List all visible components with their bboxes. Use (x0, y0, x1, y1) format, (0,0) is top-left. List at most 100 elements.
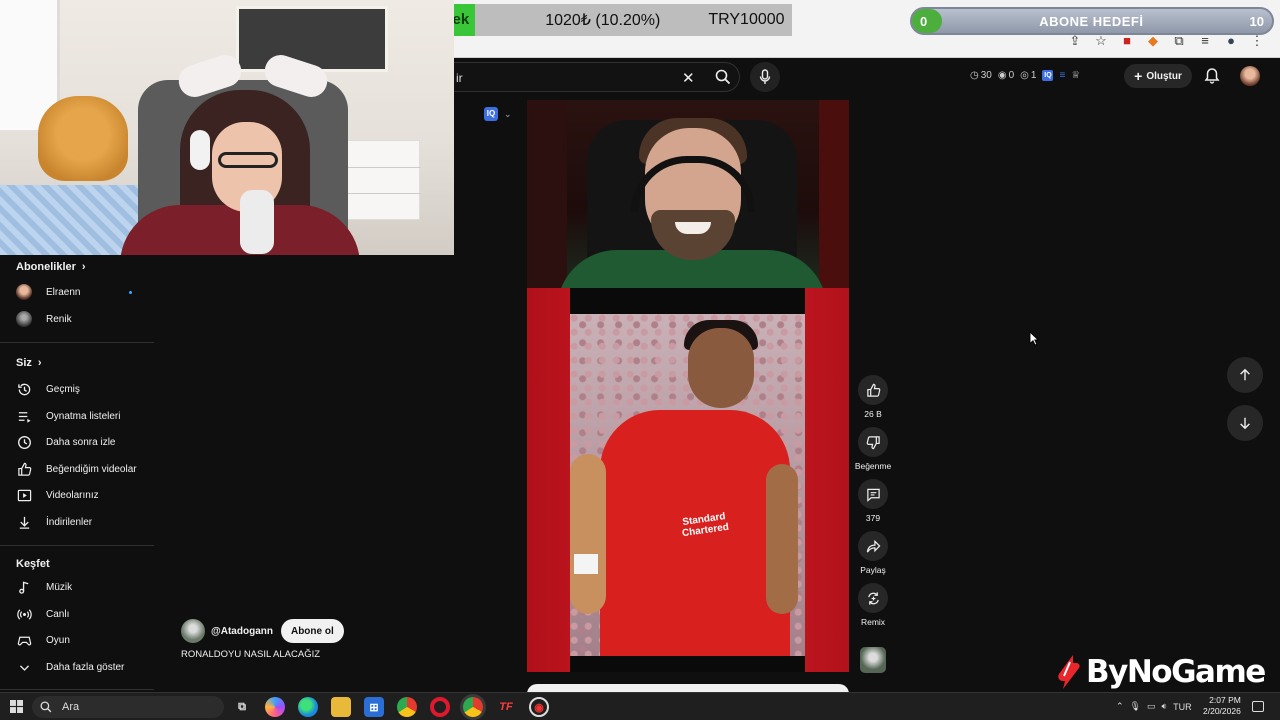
remix-button[interactable] (858, 583, 888, 613)
sidebar-item-liked-videos[interactable]: Beğendiğim videolar (16, 459, 152, 479)
list-lines-icon[interactable]: ≡ (1059, 70, 1065, 81)
create-button[interactable]: + Oluştur (1124, 64, 1192, 88)
channel-avatar (16, 311, 32, 327)
obs-icon[interactable]: ◉ (529, 697, 549, 717)
iq-extension-icon[interactable]: IQ (1042, 70, 1054, 81)
voice-search-button[interactable] (750, 62, 780, 92)
chevron-right-icon: › (37, 357, 42, 369)
comments-button[interactable] (858, 479, 888, 509)
sidebar-item-live[interactable]: Canlı (16, 604, 152, 624)
mouse-cursor-icon (1029, 331, 1039, 346)
clock-small-icon: ◷ (970, 70, 979, 81)
store-icon[interactable]: ⊞ (364, 697, 384, 717)
sidebar-item-renik[interactable]: Renik (16, 309, 152, 329)
video-icon (16, 487, 32, 503)
explore-heading: Keşfet (16, 558, 50, 570)
search-icon (40, 701, 52, 713)
short-reactor-cam (527, 100, 849, 310)
next-short-button[interactable] (1227, 405, 1263, 441)
bookmark-star-icon[interactable]: ☆ (1094, 34, 1108, 48)
extension-fox-icon[interactable]: ◆ (1146, 34, 1160, 48)
sidebar-item-watch-later[interactable]: Daha sonra izle (16, 432, 152, 452)
taskbar: Ara ⧉ ⊞ TF ◉ ⌃ 🎙︎ ▭ 🔉︎ TUR 2:07 PM 2/20/… (0, 692, 1280, 720)
system-tray: ⌃ 🎙︎ ▭ 🔉︎ TUR (1116, 701, 1192, 712)
share-action: Paylaş (857, 531, 889, 575)
extension-stats: ◷ 30 ◉ 0 ◎ 1 IQ ≡ ♕ (970, 70, 1080, 81)
network-icon[interactable]: ▭ (1147, 701, 1156, 712)
sidebar-item-downloads[interactable]: İndirilenler (16, 512, 152, 532)
remix-label: Remix (860, 617, 886, 627)
history-icon (16, 381, 32, 397)
microphone-icon (759, 69, 771, 84)
dislike-action: Beğenme (855, 427, 891, 471)
sound-source-thumbnail[interactable] (860, 647, 886, 673)
sidebar-item-music[interactable]: Müzik (16, 577, 152, 597)
eye-outline-icon: ◎ (1020, 70, 1029, 81)
tf-app-icon[interactable]: TF (496, 697, 516, 717)
edge-icon[interactable] (298, 697, 318, 717)
previous-short-button[interactable] (1227, 357, 1263, 393)
taskbar-search[interactable]: Ara (32, 696, 224, 718)
search-icon (715, 69, 731, 85)
subscriptions-heading[interactable]: Abonelikler › (16, 261, 86, 273)
comment-icon (866, 488, 880, 502)
thumb-up-icon (866, 383, 880, 397)
taskbar-clock[interactable]: 2:07 PM 2/20/2026 (1203, 695, 1241, 717)
menu-dots-icon[interactable]: ⋮ (1250, 34, 1264, 48)
opera-icon[interactable] (430, 697, 450, 717)
sidebar-item-your-videos[interactable]: Videolarınız (16, 485, 152, 505)
download-icon (16, 514, 32, 530)
taskbar-apps: ⧉ ⊞ TF ◉ (232, 697, 549, 717)
share-button[interactable] (858, 531, 888, 561)
subscribe-button[interactable]: Abone ol (280, 619, 344, 643)
extension-red-icon[interactable]: ■ (1120, 34, 1134, 48)
windows-start-icon[interactable] (10, 700, 23, 713)
account-avatar[interactable] (1240, 66, 1260, 86)
webcam-bed (0, 185, 140, 255)
clear-search-icon[interactable]: ✕ (682, 69, 695, 87)
copilot-icon[interactable] (265, 697, 285, 717)
profile-icon[interactable]: ● (1224, 34, 1238, 48)
like-button[interactable] (858, 375, 888, 405)
sidebar-item-history[interactable]: Geçmiş (16, 379, 152, 399)
tray-chevron-icon[interactable]: ⌃ (1116, 701, 1124, 712)
show-more-button[interactable]: Daha fazla göster (16, 657, 152, 677)
sidebar-item-gaming[interactable]: Oyun (16, 630, 152, 650)
clock-icon (16, 434, 32, 450)
tray-mic-icon[interactable]: 🎙︎ (1130, 701, 1141, 712)
bynogame-logo-icon (1058, 655, 1080, 689)
taskbar-search-placeholder: Ara (62, 701, 80, 713)
volume-icon[interactable]: 🔉︎ (1162, 701, 1168, 712)
channel-avatar[interactable] (181, 619, 205, 643)
notification-center-icon[interactable] (1252, 701, 1264, 712)
goal-label: ABONE HEDEFİ (1039, 13, 1144, 29)
chrome-icon[interactable] (397, 697, 417, 717)
dislike-button[interactable] (858, 427, 888, 457)
trophy-icon[interactable]: ♕ (1071, 70, 1080, 81)
reading-list-icon[interactable]: ≡ (1198, 34, 1212, 48)
extensions-puzzle-icon[interactable]: ⧉ (1172, 34, 1186, 48)
language-indicator[interactable]: TUR (1173, 702, 1192, 712)
clock-time: 2:07 PM (1209, 695, 1241, 705)
notifications-bell-icon[interactable] (1204, 67, 1220, 89)
like-count: 26 B (864, 409, 882, 419)
sidebar-item-elraenn[interactable]: Elraenn (16, 282, 152, 302)
channel-name[interactable]: @Atadogann (211, 626, 273, 637)
share-label: Paylaş (860, 565, 886, 575)
comment-count: 379 (865, 513, 881, 523)
thumb-down-icon (866, 435, 880, 449)
search-input[interactable]: ir ✕ (454, 62, 740, 92)
comments-action: 379 (857, 479, 889, 523)
search-button[interactable] (706, 63, 740, 91)
chrome-active-icon[interactable] (463, 697, 483, 717)
iq-extension-chip[interactable]: IQ ⌄ (484, 107, 512, 121)
file-explorer-icon[interactable] (331, 697, 351, 717)
youtube-header: ir ✕ ◷ 30 ◉ 0 ◎ 1 IQ ≡ ♕ + Oluştur (454, 58, 1280, 98)
task-view-icon[interactable]: ⧉ (232, 697, 252, 717)
short-video-player[interactable]: Standard Chartered (527, 100, 849, 672)
install-icon[interactable]: ⇪ (1068, 34, 1082, 48)
you-heading[interactable]: Siz › (16, 357, 42, 369)
webcam-teddy-bear (38, 96, 128, 181)
short-title: RONALDOYU NASIL ALACAĞIZ (181, 649, 321, 660)
sidebar-item-playlists[interactable]: Oynatma listeleri (16, 406, 152, 426)
